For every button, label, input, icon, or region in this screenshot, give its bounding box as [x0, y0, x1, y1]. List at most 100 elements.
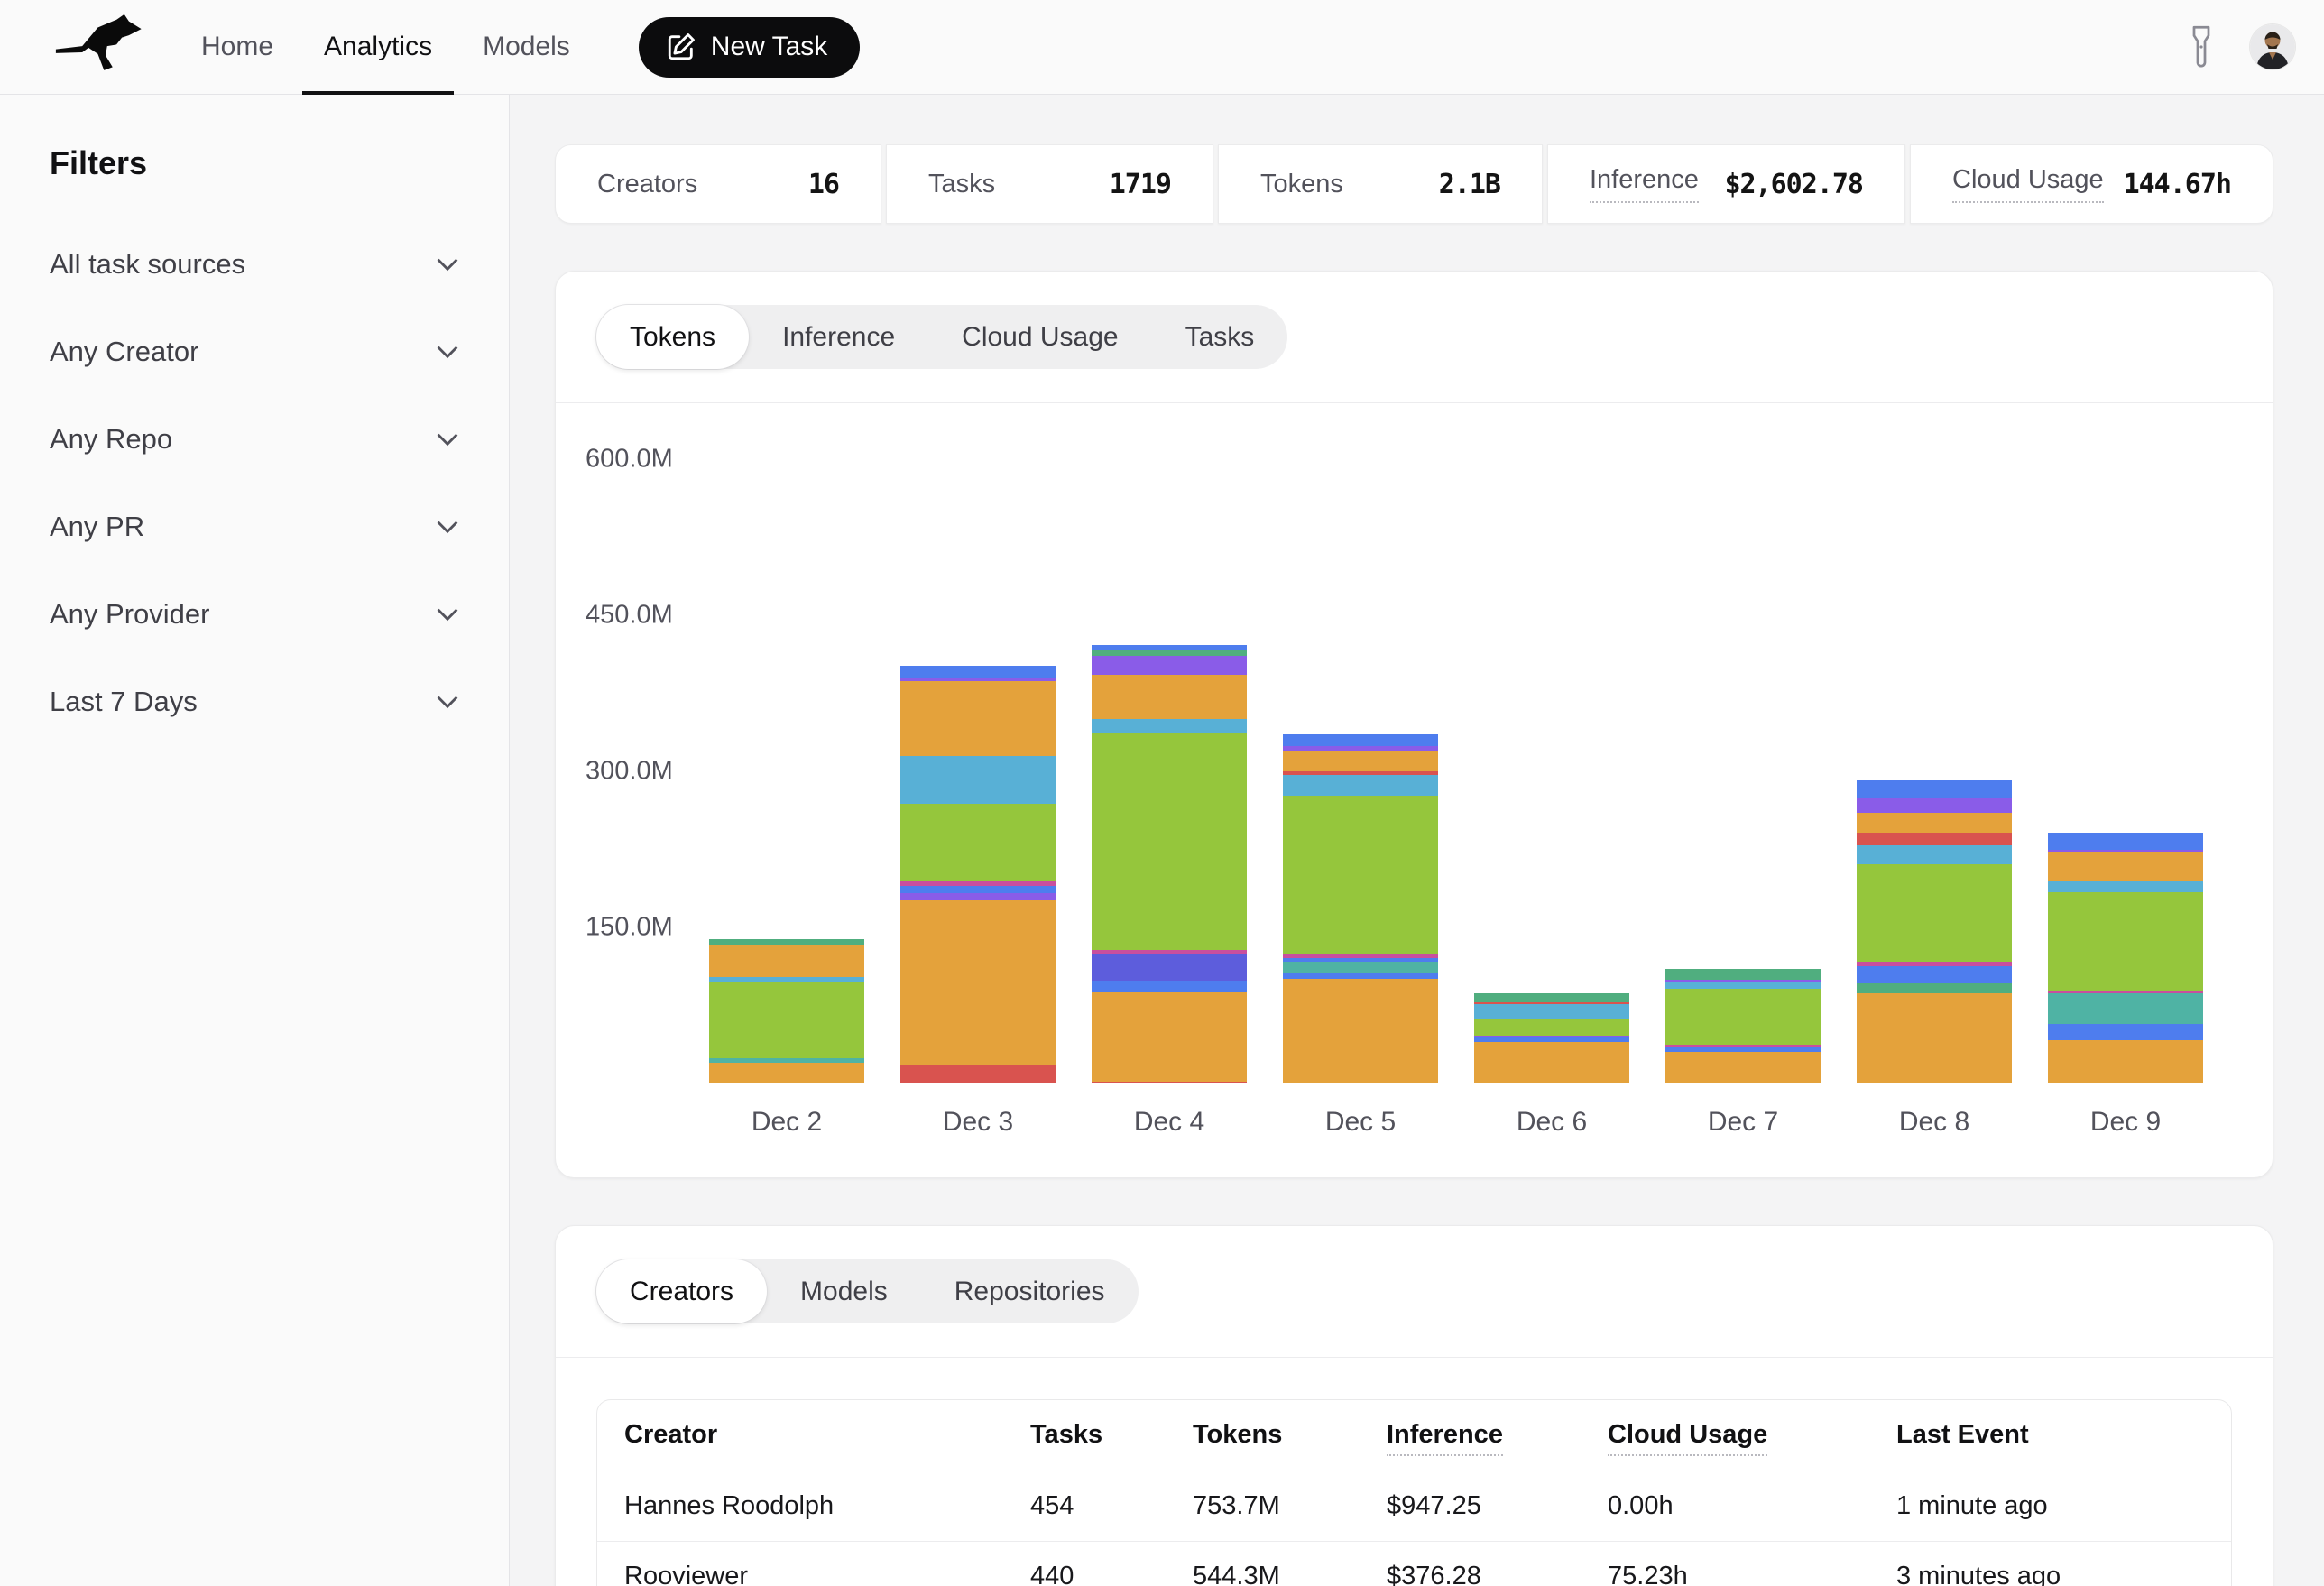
cell-inference: $376.28: [1360, 1541, 1581, 1586]
breakdown-card: Creators Models Repositories Creator Tas…: [555, 1225, 2273, 1586]
flashlight-icon[interactable]: [2185, 25, 2218, 69]
stat-label: Tokens: [1260, 170, 1343, 199]
bar-segment-seagreen: [1857, 983, 2012, 992]
stacked-bar[interactable]: [709, 939, 864, 1083]
bar-segment-teal: [2048, 993, 2203, 1025]
bar-segment-orange: [709, 1063, 864, 1083]
tab-inference[interactable]: Inference: [749, 305, 928, 369]
stat-label-underlined[interactable]: Cloud Usage: [1952, 165, 2104, 203]
bar-segment-orange: [900, 900, 1056, 1065]
bar-segment-blue: [2048, 833, 2203, 850]
filter-repo[interactable]: Any Repo: [50, 395, 459, 483]
bar-segment-skyblue: [1474, 1004, 1629, 1019]
bar-segment-skyblue: [900, 756, 1056, 804]
cell-last-event: 3 minutes ago: [1869, 1541, 2231, 1586]
stat-value: 144.67h: [2124, 169, 2231, 200]
x-axis-label: Dec 6: [1456, 1107, 1647, 1138]
tab-repositories[interactable]: Repositories: [921, 1259, 1139, 1323]
x-axis-label: Dec 5: [1265, 1107, 1456, 1138]
stat-inference: Inference $2,602.78: [1547, 144, 1905, 224]
bar-slot[interactable]: Dec 4: [1074, 403, 1265, 1083]
bar-segment-green: [1092, 733, 1247, 950]
bar-slot[interactable]: Dec 3: [882, 403, 1074, 1083]
filters-title: Filters: [50, 144, 459, 182]
bar-segment-blue: [900, 666, 1056, 678]
stacked-bar[interactable]: [1283, 734, 1438, 1083]
nav-analytics[interactable]: Analytics: [299, 0, 457, 95]
nav-models[interactable]: Models: [457, 0, 595, 95]
x-axis-label: Dec 8: [1839, 1107, 2030, 1138]
bar-segment-orange: [1857, 993, 2012, 1083]
chevron-down-icon: [436, 257, 459, 272]
bar-segment-blue: [1283, 734, 1438, 747]
bar-slot[interactable]: Dec 7: [1647, 403, 1839, 1083]
kangaroo-logo[interactable]: [50, 11, 151, 83]
chevron-down-icon: [436, 607, 459, 622]
chart-tab-group: Tokens Inference Cloud Usage Tasks: [596, 305, 1287, 369]
stacked-bar[interactable]: [2048, 833, 2203, 1083]
bar-segment-orange: [709, 945, 864, 978]
main-nav: Home Analytics Models: [176, 0, 595, 95]
filter-label: Last 7 Days: [50, 686, 198, 718]
stat-value: 16: [808, 169, 839, 200]
bar-slot[interactable]: Dec 6: [1456, 403, 1647, 1083]
bar-segment-orange: [1857, 813, 2012, 833]
tab-models[interactable]: Models: [767, 1259, 921, 1323]
bar-segment-skyblue: [1665, 982, 1821, 989]
tab-tokens[interactable]: Tokens: [596, 305, 749, 369]
bar-slot[interactable]: Dec 9: [2030, 403, 2221, 1083]
stacked-bar[interactable]: [1474, 993, 1629, 1083]
bar-segment-orange: [1283, 751, 1438, 771]
bar-segment-green: [709, 982, 864, 1058]
bar-segment-indigo: [1092, 954, 1247, 981]
tab-tasks[interactable]: Tasks: [1152, 305, 1288, 369]
x-axis-label: Dec 9: [2030, 1107, 2221, 1138]
col-header-tasks: Tasks: [1003, 1400, 1166, 1471]
cell-tokens: 544.3M: [1166, 1541, 1360, 1586]
bar-segment-skyblue: [2048, 881, 2203, 892]
bar-slot[interactable]: Dec 2: [691, 403, 882, 1083]
bar-segment-blue: [1092, 981, 1247, 992]
nav-home[interactable]: Home: [176, 0, 299, 95]
stacked-bar[interactable]: [1857, 780, 2012, 1083]
filter-provider[interactable]: Any Provider: [50, 570, 459, 658]
bar-slot[interactable]: Dec 5: [1265, 403, 1456, 1083]
filter-date-range[interactable]: Last 7 Days: [50, 658, 459, 745]
bar-segment-orange: [1092, 992, 1247, 1082]
table-header-row: Creator Tasks Tokens Inference Cloud Usa…: [597, 1400, 2231, 1471]
stat-creators: Creators 16: [555, 144, 881, 224]
filter-label: Any Creator: [50, 336, 198, 368]
col-header-cloud-usage[interactable]: Cloud Usage: [1581, 1400, 1869, 1471]
filter-label: Any PR: [50, 511, 144, 543]
col-header-inference[interactable]: Inference: [1360, 1400, 1581, 1471]
bar-segment-orange: [1283, 979, 1438, 1084]
y-tick-300m: 300.0M: [586, 757, 673, 787]
avatar-image: [2250, 24, 2295, 69]
filter-pr[interactable]: Any PR: [50, 483, 459, 570]
filter-creator[interactable]: Any Creator: [50, 308, 459, 395]
tab-cloud-usage[interactable]: Cloud Usage: [928, 305, 1151, 369]
table-row[interactable]: Hannes Roodolph 454 753.7M $947.25 0.00h…: [597, 1471, 2231, 1541]
stat-label-underlined[interactable]: Inference: [1590, 165, 1699, 203]
new-task-button[interactable]: New Task: [639, 17, 861, 78]
stat-cloud-usage: Cloud Usage 144.67h: [1910, 144, 2273, 224]
main-content: Creators 16 Tasks 1719 Tokens 2.1B Infer…: [510, 95, 2324, 1586]
stacked-bar[interactable]: [1665, 969, 1821, 1083]
table-row[interactable]: Rooviewer 440 544.3M $376.28 75.23h 3 mi…: [597, 1541, 2231, 1586]
stat-tokens: Tokens 2.1B: [1218, 144, 1543, 224]
filter-task-sources[interactable]: All task sources: [50, 220, 459, 308]
edit-icon: [666, 32, 696, 62]
bar-slot[interactable]: Dec 8: [1839, 403, 2030, 1083]
tab-creators[interactable]: Creators: [596, 1259, 767, 1323]
avatar[interactable]: [2250, 24, 2295, 69]
filter-label: Any Provider: [50, 598, 209, 631]
bar-segment-seagreen: [1474, 993, 1629, 1002]
col-header-last-event: Last Event: [1869, 1400, 2231, 1471]
stacked-bar[interactable]: [900, 666, 1056, 1083]
bar-segment-seagreen: [1665, 969, 1821, 980]
bar-segment-skyblue: [1092, 719, 1247, 733]
y-tick-450m: 450.0M: [586, 601, 673, 631]
stacked-bar[interactable]: [1092, 645, 1247, 1083]
chevron-down-icon: [436, 520, 459, 534]
cell-creator: Hannes Roodolph: [597, 1471, 1003, 1541]
